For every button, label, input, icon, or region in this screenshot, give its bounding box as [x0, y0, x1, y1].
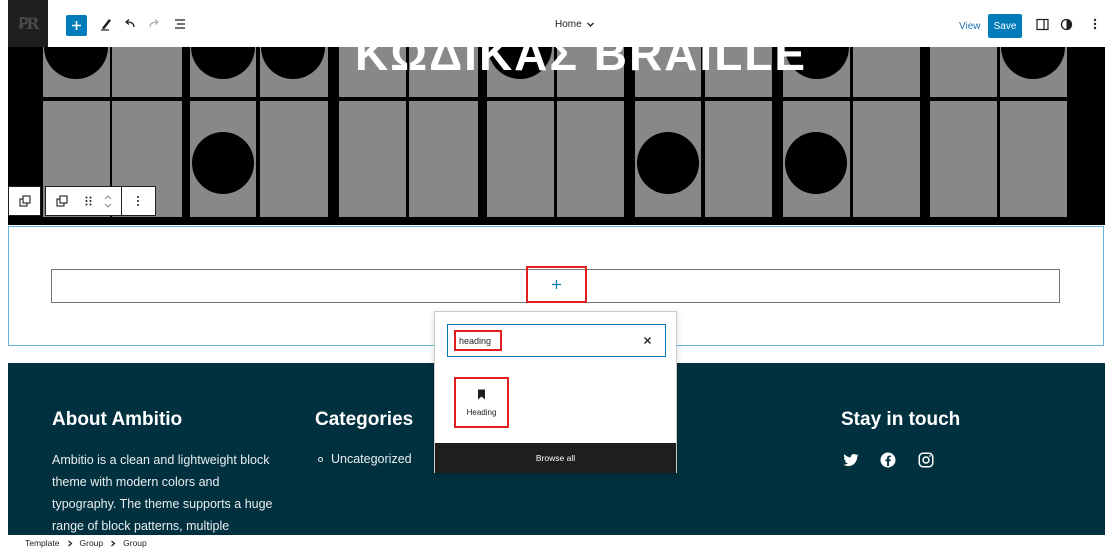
bullet-icon [318, 456, 323, 462]
group-block-icon [56, 195, 68, 207]
document-title: Home [555, 19, 582, 30]
list-view-icon [175, 19, 185, 29]
drag-handle-icon [85, 196, 92, 206]
block-breadcrumb: Template Group Group [0, 535, 1105, 551]
chevron-down-icon[interactable] [104, 203, 112, 209]
site-logo-text: ꝐR [18, 14, 40, 33]
plus-icon [552, 280, 561, 289]
stay-in-touch-heading: Stay in touch [841, 409, 961, 430]
tools-button[interactable] [96, 14, 116, 34]
site-icon-button[interactable]: ꝐR [8, 0, 48, 47]
quick-inserter-popover: Heading Browse all [434, 311, 677, 473]
more-vertical-icon [1093, 18, 1097, 30]
settings-sidebar-toggle[interactable] [1032, 14, 1052, 34]
block-options-button[interactable] [122, 187, 155, 215]
close-icon [644, 337, 651, 344]
browse-all-button[interactable]: Browse all [435, 443, 676, 473]
block-toolbar [45, 186, 156, 216]
clear-search-button[interactable] [643, 334, 652, 348]
category-list-item[interactable]: Uncategorized [318, 452, 412, 466]
undo-button[interactable] [120, 14, 140, 34]
options-menu-button[interactable] [1085, 14, 1105, 34]
breadcrumb-item-template[interactable]: Template [25, 538, 60, 548]
half-circle-contrast-icon [1060, 18, 1072, 30]
pencil-icon [101, 19, 111, 31]
result-label: Heading [466, 407, 497, 417]
redo-icon [149, 19, 160, 28]
breadcrumb-item-group-current[interactable]: Group [123, 538, 147, 548]
plus-icon [72, 21, 81, 30]
twitter-icon[interactable] [842, 451, 860, 469]
drag-handle[interactable] [78, 187, 98, 215]
hero-cover-block[interactable]: ΚΩΔΙΚΑΣ BRAILLE [8, 47, 1105, 225]
breadcrumb-item-group[interactable]: Group [80, 538, 104, 548]
view-link[interactable]: View [959, 21, 981, 32]
block-search-input[interactable] [454, 330, 502, 351]
save-button[interactable]: Save [988, 14, 1022, 38]
document-title-dropdown[interactable]: Home [555, 19, 595, 30]
instagram-icon[interactable] [917, 451, 935, 469]
block-inserter-toggle[interactable] [66, 15, 87, 36]
chevron-down-icon [586, 22, 594, 27]
chevron-up-icon[interactable] [104, 194, 112, 200]
chevron-right-icon [111, 540, 116, 546]
heading-block-result[interactable]: Heading [454, 377, 509, 428]
group-block-icon [18, 195, 31, 207]
about-text: Ambitio is a clean and lightweight block… [52, 453, 273, 533]
block-search-field [447, 324, 666, 357]
document-overview-button[interactable] [170, 14, 190, 34]
parent-block-selector[interactable] [8, 186, 41, 216]
bookmark-icon [478, 389, 485, 399]
about-heading: About Ambitio [52, 409, 183, 430]
redo-button[interactable] [144, 14, 164, 34]
chevron-right-icon [67, 540, 72, 546]
sidebar-icon [1035, 18, 1049, 30]
more-vertical-icon [137, 196, 140, 206]
facebook-icon[interactable] [879, 451, 897, 469]
categories-heading: Categories [315, 409, 414, 430]
block-type-button[interactable] [46, 187, 78, 215]
add-block-button[interactable] [526, 266, 587, 303]
category-link[interactable]: Uncategorized [331, 452, 412, 466]
editor-header: ꝐR Home View Save [0, 0, 1105, 47]
block-movers[interactable] [98, 187, 118, 215]
styles-button[interactable] [1056, 14, 1076, 34]
undo-icon [124, 19, 135, 28]
hero-title: ΚΩΔΙΚΑΣ BRAILLE [355, 47, 808, 80]
